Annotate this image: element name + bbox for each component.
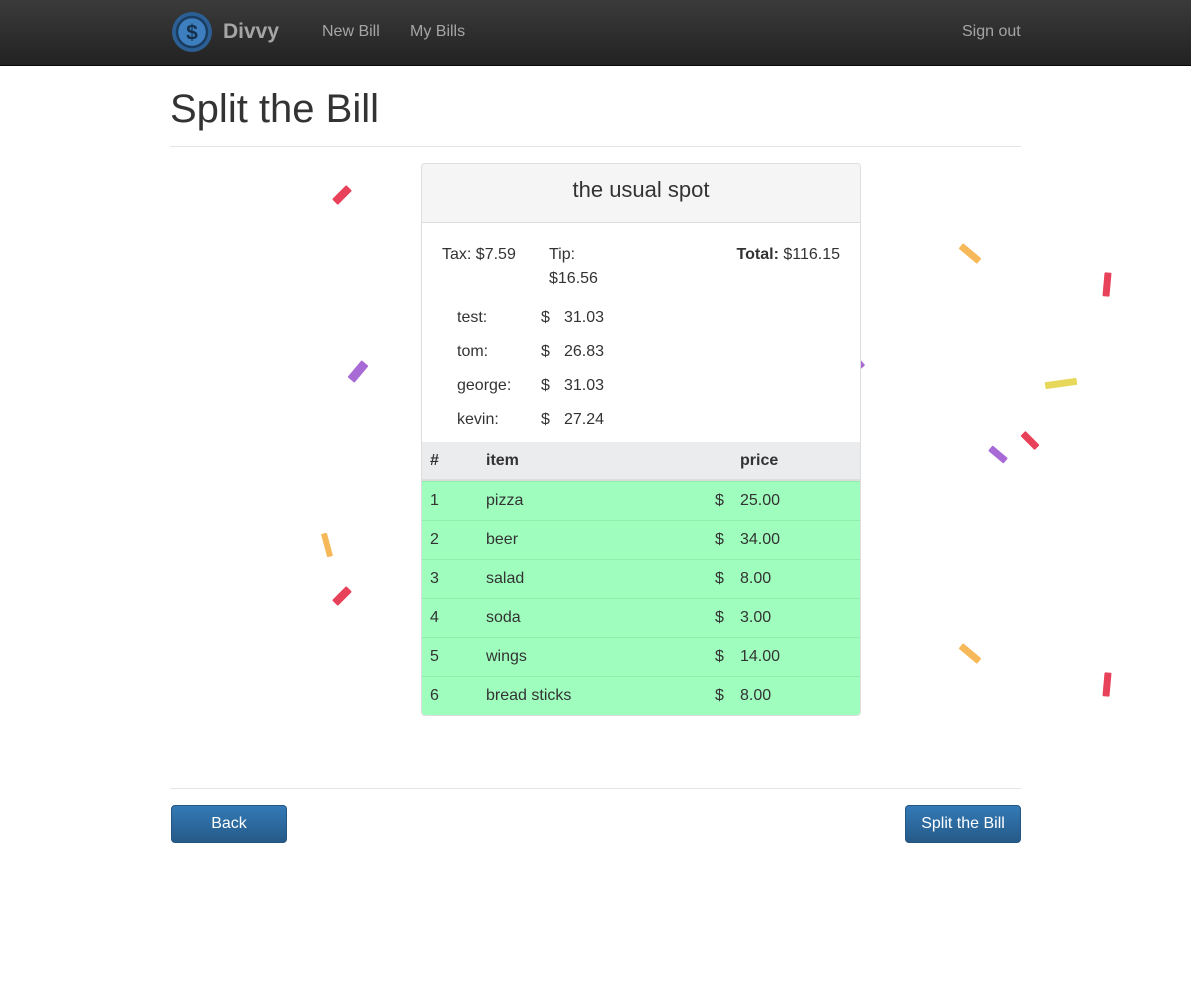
- currency-symbol: $: [541, 343, 550, 360]
- row-price: 14.00: [740, 648, 781, 665]
- tax-summary: Tax: $7.59: [442, 243, 516, 267]
- row-number: 6: [430, 687, 439, 704]
- row-currency: $: [715, 570, 724, 587]
- person-name: george:: [457, 377, 512, 394]
- currency-symbol: $: [541, 377, 550, 394]
- row-number: 4: [430, 609, 439, 626]
- split-bill-button[interactable]: Split the Bill: [905, 805, 1021, 843]
- confetti-piece: [347, 360, 369, 383]
- confetti-piece: [320, 532, 334, 558]
- confetti-piece: [1044, 377, 1078, 390]
- back-button[interactable]: Back: [171, 805, 287, 843]
- confetti-piece: [958, 243, 982, 264]
- currency-symbol: $: [541, 411, 550, 428]
- navbar: $ Divvy New Bill My Bills Sign out: [0, 0, 1191, 66]
- row-item: beer: [486, 531, 519, 548]
- tip-label: Tip:: [549, 246, 576, 263]
- confetti-piece: [988, 445, 1008, 464]
- column-header-number: #: [430, 452, 439, 469]
- table-row[interactable]: 5 wings $ 14.00: [422, 637, 860, 676]
- row-currency: $: [715, 492, 724, 509]
- row-item: pizza: [486, 492, 524, 509]
- total-summary: Total: $116.15: [737, 243, 840, 267]
- person-amount: 27.24: [564, 411, 605, 428]
- currency-symbol: $: [541, 309, 550, 326]
- row-currency: $: [715, 687, 724, 704]
- person-name: kevin:: [457, 411, 499, 428]
- row-number: 1: [430, 492, 439, 509]
- person-name: tom:: [457, 343, 489, 360]
- items-table-header: # item price: [422, 442, 860, 481]
- nav-new-bill[interactable]: New Bill: [322, 22, 380, 42]
- logo-symbol: $: [186, 22, 198, 45]
- column-header-price: price: [740, 452, 779, 469]
- person-amount: 31.03: [564, 309, 605, 326]
- person-name: test:: [457, 309, 488, 326]
- confetti-piece: [958, 643, 982, 664]
- page-title: Split the Bill: [170, 87, 379, 131]
- tip-summary: Tip: $16.56: [549, 243, 619, 291]
- bill-card: the usual spot Tax: $7.59 Tip: $16.56 To…: [421, 163, 861, 716]
- brand[interactable]: $ Divvy: [171, 11, 279, 53]
- confetti-piece: [332, 586, 352, 606]
- row-currency: $: [715, 648, 724, 665]
- row-price: 25.00: [740, 492, 781, 509]
- row-number: 5: [430, 648, 439, 665]
- row-currency: $: [715, 531, 724, 548]
- confetti-piece: [1102, 672, 1112, 697]
- tip-value: $16.56: [549, 270, 598, 287]
- total-label: Total:: [736, 246, 779, 263]
- table-row[interactable]: 6 bread sticks $ 8.00: [422, 676, 860, 715]
- row-price: 8.00: [740, 570, 772, 587]
- footer-divider: [170, 788, 1021, 789]
- nav-my-bills[interactable]: My Bills: [410, 22, 465, 42]
- nav-sign-out[interactable]: Sign out: [962, 22, 1021, 42]
- title-divider: [170, 146, 1021, 147]
- row-currency: $: [715, 609, 724, 626]
- person-amount: 26.83: [564, 343, 605, 360]
- table-row[interactable]: 3 salad $ 8.00: [422, 559, 860, 598]
- confetti-piece: [332, 185, 352, 205]
- table-row[interactable]: 2 beer $ 34.00: [422, 520, 860, 559]
- row-item: bread sticks: [486, 687, 572, 704]
- row-number: 3: [430, 570, 439, 587]
- row-item: wings: [486, 648, 527, 665]
- confetti-piece: [1020, 430, 1040, 451]
- table-row[interactable]: 1 pizza $ 25.00: [422, 481, 860, 520]
- row-item: salad: [486, 570, 525, 587]
- row-price: 8.00: [740, 687, 772, 704]
- bill-name: the usual spot: [422, 164, 860, 223]
- person-amount: 31.03: [564, 377, 605, 394]
- column-header-item: item: [486, 452, 519, 469]
- tax-value: $7.59: [475, 246, 516, 263]
- brand-name[interactable]: Divvy: [223, 20, 279, 44]
- total-value: $116.15: [783, 246, 840, 263]
- row-price: 3.00: [740, 609, 772, 626]
- dollar-logo-icon: $: [172, 12, 212, 52]
- row-number: 2: [430, 531, 439, 548]
- confetti-piece: [1102, 272, 1112, 297]
- row-item: soda: [486, 609, 521, 626]
- row-price: 34.00: [740, 531, 781, 548]
- tax-label: Tax:: [442, 246, 472, 263]
- table-row[interactable]: 4 soda $ 3.00: [422, 598, 860, 637]
